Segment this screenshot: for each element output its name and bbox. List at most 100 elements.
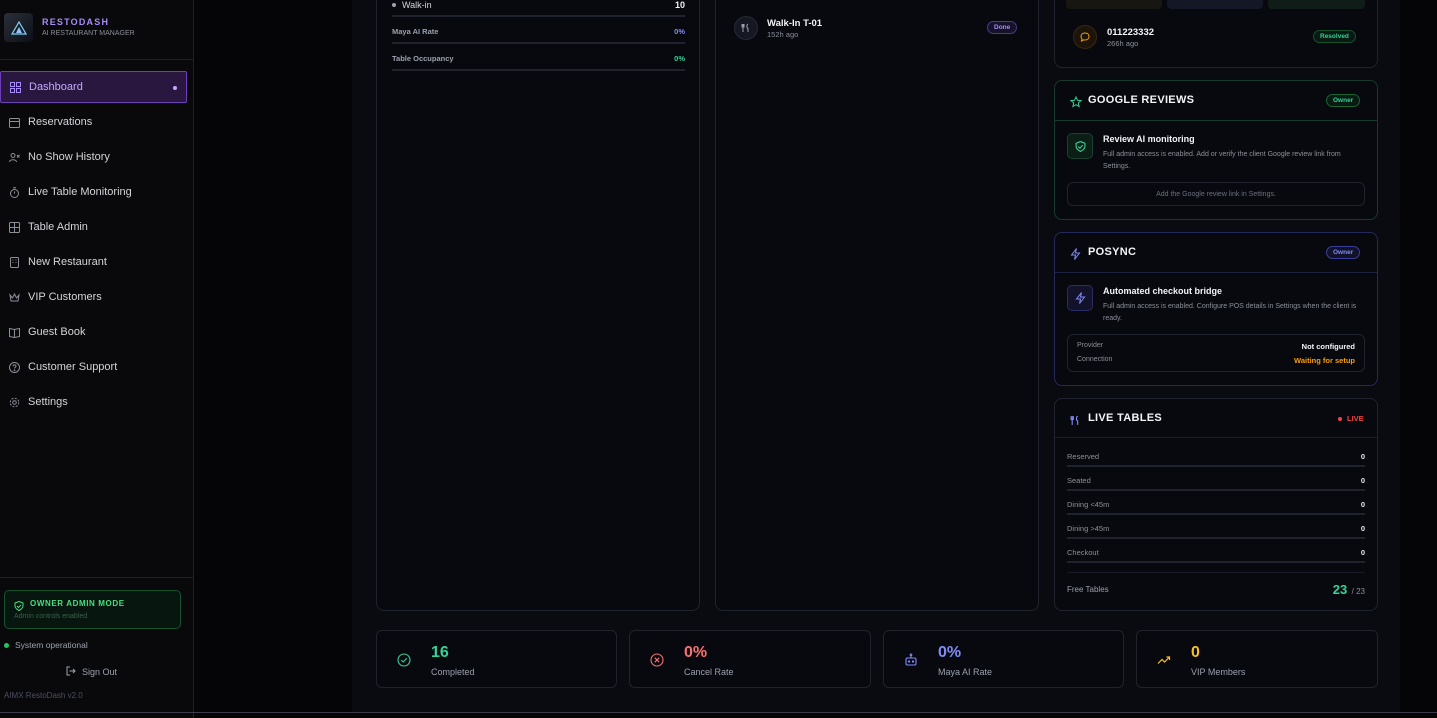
sidebar-item-live-table-monitoring[interactable]: Live Table Monitoring xyxy=(0,176,187,208)
maya-ai-rate-row: Maya AI Rate 0% xyxy=(392,27,685,39)
sidebar-item-label: New Restaurant xyxy=(28,256,107,268)
x-circle-icon xyxy=(650,653,664,667)
walkin-bullet xyxy=(392,3,396,7)
sidebar-item-label: Customer Support xyxy=(28,361,118,373)
stat-card-maya-ai-rate: 0% Maya AI Rate xyxy=(883,630,1124,688)
version-label: AIMX RestoDash v2.0 xyxy=(4,691,83,700)
sidebar-item-no-show-history[interactable]: No Show History xyxy=(0,141,187,173)
live-indicator: LIVE xyxy=(1338,414,1364,423)
progress-bar xyxy=(1067,537,1365,539)
live-row-reserved: Reserved 0 xyxy=(1067,452,1365,461)
sidebar-item-label: Dashboard xyxy=(29,81,83,93)
live-row-dining-over-45: Dining >45m 0 xyxy=(1067,524,1365,533)
progress-bar xyxy=(1067,489,1365,491)
row-value: 0 xyxy=(1360,452,1365,461)
row-value: 0 xyxy=(1360,524,1365,533)
provider-label: Provider xyxy=(1077,342,1104,349)
live-dot xyxy=(1338,416,1342,421)
sign-out-label: Sign Out xyxy=(82,667,118,677)
row-label: Dining >45m xyxy=(1067,524,1110,533)
table-occupancy-value: 0% xyxy=(674,54,685,63)
owner-admin-mode-panel: OWNER ADMIN MODE Admin controls enabled xyxy=(4,590,181,629)
live-row-seated: Seated 0 xyxy=(1067,476,1365,485)
bot-icon xyxy=(904,653,918,667)
table-occupancy-label: Table Occupancy xyxy=(392,54,454,63)
connection-value: Waiting for setup xyxy=(1294,356,1355,365)
row-label: Checkout xyxy=(1067,548,1099,557)
status-dot xyxy=(4,642,9,648)
live-row-dining-under-45: Dining <45m 0 xyxy=(1067,500,1365,509)
stat-value: 16 xyxy=(431,644,449,661)
check-circle-icon xyxy=(397,653,411,667)
utensils-icon xyxy=(734,16,758,40)
sidebar-item-guest-book[interactable]: Guest Book xyxy=(0,316,187,348)
free-tables-value: 23 xyxy=(1332,582,1348,597)
active-indicator xyxy=(173,86,177,90)
help-circle-icon xyxy=(8,361,20,373)
owner-badge: Owner xyxy=(1326,246,1361,259)
progress-bar xyxy=(1067,561,1365,563)
stat-value: 0 xyxy=(1191,644,1200,661)
owner-badge: Owner xyxy=(1326,94,1361,107)
sidebar-item-settings[interactable]: Settings xyxy=(0,386,187,418)
system-status: System operational xyxy=(4,640,88,650)
sidebar-item-customer-support[interactable]: Customer Support xyxy=(0,351,187,383)
gear-icon xyxy=(8,396,20,408)
add-review-link-button[interactable]: Add the Google review link in Settings. xyxy=(1067,182,1365,206)
sidebar-item-label: No Show History xyxy=(28,151,110,163)
stat-label: Maya AI Rate xyxy=(938,667,993,677)
walkin-label: Walk-in xyxy=(402,0,432,10)
provider-value: Not configured xyxy=(1301,342,1355,351)
crown-icon xyxy=(8,291,20,303)
grid-icon xyxy=(9,81,21,93)
maya-ai-rate-value: 0% xyxy=(674,27,685,36)
sidebar-item-table-admin[interactable]: Table Admin xyxy=(0,211,187,243)
building-icon xyxy=(8,256,20,268)
sidebar: RESTODASH AI RESTAURANT MANAGER Dashboar… xyxy=(0,0,194,718)
sidebar-item-label: Table Admin xyxy=(28,221,88,233)
brand-header: RESTODASH AI RESTAURANT MANAGER xyxy=(0,0,193,60)
divider xyxy=(1055,437,1377,438)
table-icon xyxy=(8,221,20,233)
stat-label: Cancel Rate xyxy=(684,667,734,677)
google-reviews-title: GOOGLE REVIEWS xyxy=(1088,94,1195,106)
stat-value: 0% xyxy=(938,644,962,661)
table-occupancy-row: Table Occupancy 0% xyxy=(392,54,685,66)
logo xyxy=(4,13,33,42)
stat-label: Completed xyxy=(431,667,475,677)
sidebar-divider xyxy=(0,577,193,578)
sidebar-item-reservations[interactable]: Reservations xyxy=(0,106,187,138)
filter-chip[interactable] xyxy=(1268,0,1365,9)
sidebar-item-dashboard[interactable]: Dashboard xyxy=(0,71,187,103)
brand-title: RESTODASH xyxy=(42,17,110,27)
free-tables-label: Free Tables xyxy=(1067,585,1109,594)
system-status-text: System operational xyxy=(15,640,88,650)
window-bottom-edge xyxy=(0,712,1437,713)
posync-title: POSYNC xyxy=(1088,246,1137,258)
free-tables-total: / 23 xyxy=(1351,587,1365,596)
filter-chip[interactable] xyxy=(1167,0,1263,9)
review-description: Full admin access is enabled. Add or ver… xyxy=(1103,151,1341,170)
ticket-time: 266h ago xyxy=(1107,39,1139,48)
calendar-icon xyxy=(8,116,20,128)
sidebar-item-label: Settings xyxy=(28,396,68,408)
walkin-value: 10 xyxy=(674,0,685,10)
user-x-icon xyxy=(8,151,20,163)
occupancy-bar xyxy=(392,69,685,71)
sidebar-item-vip-customers[interactable]: VIP Customers xyxy=(0,281,187,313)
progress-bar xyxy=(1067,513,1365,515)
row-label: Dining <45m xyxy=(1067,500,1110,509)
utensils-icon xyxy=(1070,413,1081,431)
row-value: 0 xyxy=(1360,500,1365,509)
stat-value: 0% xyxy=(684,644,708,661)
divider xyxy=(1055,272,1377,273)
walkin-row: Walk-in 10 xyxy=(392,0,685,12)
zap-icon xyxy=(1070,247,1081,265)
sidebar-item-new-restaurant[interactable]: New Restaurant xyxy=(0,246,187,278)
sidebar-item-label: Guest Book xyxy=(28,326,86,338)
maya-ai-rate-label: Maya AI Rate xyxy=(392,27,439,36)
filter-chip[interactable] xyxy=(1066,0,1162,9)
divider xyxy=(1055,120,1377,121)
sign-out-button[interactable]: Sign Out xyxy=(66,666,117,678)
stat-card-vip-members: 0 VIP Members xyxy=(1136,630,1378,688)
